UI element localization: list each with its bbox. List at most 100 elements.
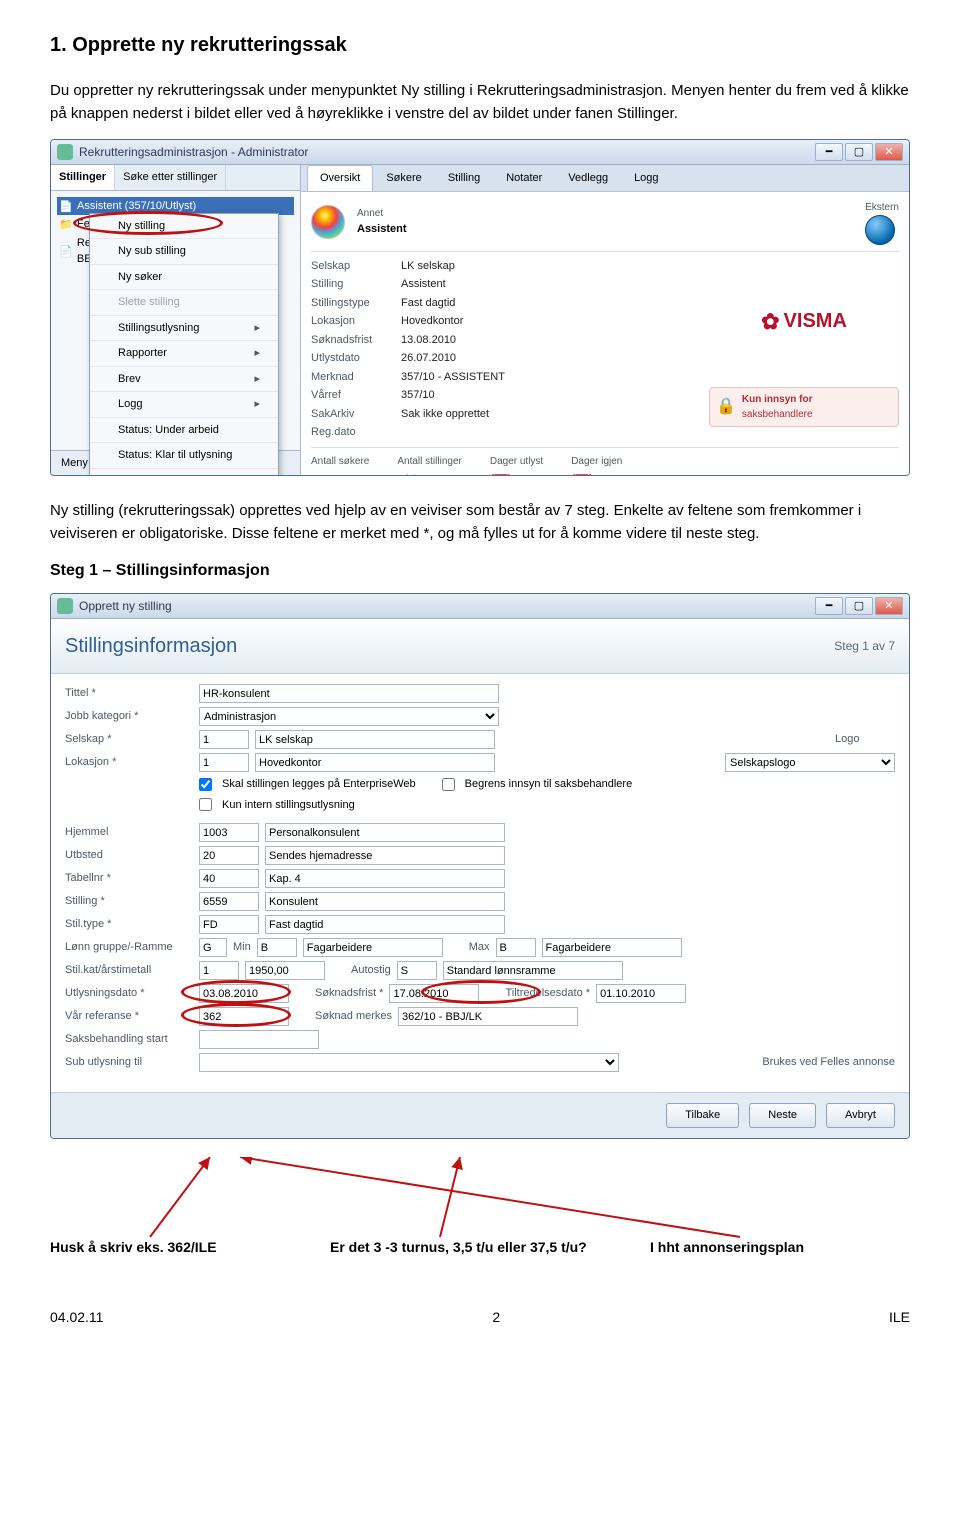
input-lonn-min[interactable] [257,938,297,957]
maximize-button[interactable]: ▢ [845,143,873,161]
maximize-button[interactable]: ▢ [845,597,873,615]
wizard-step: Steg 1 av 7 [834,637,895,655]
cb-label-2: Begrens innsyn til saksbehandlere [465,776,633,793]
sidebar-tab-stillinger[interactable]: Stillinger [51,165,115,190]
kv-label: Stilling [311,276,401,293]
ekstern-label: Ekstern [865,200,899,215]
input-frist-date[interactable] [389,984,479,1003]
visma-logo-icon: ✿ [761,305,779,338]
checkbox-enterpriseweb[interactable] [199,778,212,791]
wizard-title: Stillingsinformasjon [65,631,237,661]
input-utlys-date[interactable] [199,984,289,1003]
menu-stillingsutlysning[interactable]: Stillingsutlysning [90,316,278,342]
menu-rapporter[interactable]: Rapporter [90,341,278,367]
annet-label: Annet [357,206,407,221]
input-lonn-max[interactable] [496,938,536,957]
footer-page: 2 [492,1307,500,1328]
intro-para-1: Du oppretter ny rekrutteringssak under m… [50,80,910,125]
select-sub[interactable] [199,1053,619,1072]
input-stilkat-std[interactable] [443,961,623,980]
input-tabell-name[interactable] [265,869,505,888]
tree-panel: Assistent (357/10/Utlyst) Ferievikarer (… [51,191,300,450]
stat-dager-igjen: Dager igjen 📅10 [571,454,622,477]
access-notice: 🔒 Kun innsyn forsaksbehandlere [709,387,899,427]
lock-icon: 🔒 [716,395,736,419]
label-stilkat: Stil.kat/årstimetall [65,962,193,979]
globe-icon [865,215,895,245]
input-selskap-name[interactable] [255,730,495,749]
kv-value: Sak ikke opprettet [401,406,709,423]
input-lokasjon-num[interactable] [199,753,249,772]
input-hjemmel-name[interactable] [265,823,505,842]
menu-ny-substilling[interactable]: Ny sub stilling [90,239,278,265]
input-lonn-g[interactable] [199,938,227,957]
checkbox-intern[interactable] [199,798,212,811]
input-stilling-name[interactable] [265,892,505,911]
next-button[interactable]: Neste [749,1103,816,1128]
stat-dager-utlyst: Dager utlyst 📅8 [490,454,543,477]
kv-value: 13.08.2010 [401,332,709,349]
step-heading: Steg 1 – Stillingsinformasjon [50,559,910,583]
menu-status-utlyst[interactable]: Status: Utlyst [90,469,278,477]
input-tabell-num[interactable] [199,869,259,888]
palette-icon [311,205,345,239]
input-tiltr-date[interactable] [596,984,686,1003]
minimize-button[interactable]: ━ [815,143,843,161]
label-stiltype: Stil.type * [65,916,193,933]
menu-status-klar[interactable]: Status: Klar til utlysning [90,443,278,469]
tab-sokere[interactable]: Søkere [373,165,434,191]
kv-value: 357/10 - ASSISTENT [401,369,709,386]
select-jobbkat[interactable]: Administrasjon [199,707,499,726]
tab-vedlegg[interactable]: Vedlegg [555,165,621,191]
input-stilkat-auto[interactable] [397,961,437,980]
main-tabs: Oversikt Søkere Stilling Notater Vedlegg… [301,165,909,192]
doc-icon [59,244,73,258]
checkbox-begrens[interactable] [442,778,455,791]
input-saksb[interactable] [199,1030,319,1049]
input-hjemmel-num[interactable] [199,823,259,842]
calendar-icon: 📅 [571,471,593,477]
input-utbsted-name[interactable] [265,846,505,865]
input-stilkat-val[interactable] [245,961,325,980]
input-refer[interactable] [199,1007,289,1026]
input-lonn-min-name[interactable] [303,938,443,957]
close-button[interactable]: ✕ [875,143,903,161]
minimize-button[interactable]: ━ [815,597,843,615]
label-refer: Vår referanse * [65,1008,193,1025]
close-button[interactable]: ✕ [875,597,903,615]
menu-status-underarbeid[interactable]: Status: Under arbeid [90,418,278,444]
menu-ny-stilling[interactable]: Ny stilling [90,214,278,240]
input-stilkat-num[interactable] [199,961,239,980]
menu-brev[interactable]: Brev [90,367,278,393]
kv-label: Stillingstype [311,295,401,312]
app-window-1: Rekrutteringsadministrasjon - Administra… [50,139,910,476]
titlebar[interactable]: Rekrutteringsadministrasjon - Administra… [51,140,909,165]
input-stilling-num[interactable] [199,892,259,911]
select-logo[interactable]: Selskapslogo [725,753,895,772]
kv-value: Fast dagtid [401,295,709,312]
tab-logg[interactable]: Logg [621,165,671,191]
menu-logg[interactable]: Logg [90,392,278,418]
input-utbsted-num[interactable] [199,846,259,865]
input-selskap-num[interactable] [199,730,249,749]
kv-value: 26.07.2010 [401,350,709,367]
label-lonn: Lønn gruppe/-Ramme [65,939,193,956]
input-stiltype-name[interactable] [265,915,505,934]
input-tittel[interactable] [199,684,499,703]
chevron-right-icon [254,371,260,388]
input-merk[interactable] [398,1007,578,1026]
wizard-form: Tittel * Jobb kategori * Administrasjon … [51,674,909,1093]
input-lonn-max-name[interactable] [542,938,682,957]
kv-label: Vårref [311,387,401,404]
menu-ny-soker[interactable]: Ny søker [90,265,278,291]
tab-notater[interactable]: Notater [493,165,555,191]
tab-oversikt[interactable]: Oversikt [307,165,373,191]
tab-stilling[interactable]: Stilling [435,165,493,191]
input-stiltype-num[interactable] [199,915,259,934]
input-lokasjon-name[interactable] [255,753,495,772]
page-heading: 1. Opprette ny rekrutteringssak [50,30,910,60]
back-button[interactable]: Tilbake [666,1103,739,1128]
cancel-button[interactable]: Avbryt [826,1103,895,1128]
sidebar: Stillinger Søke etter stillinger Assiste… [51,165,301,475]
sidebar-tab-soke[interactable]: Søke etter stillinger [115,165,226,190]
